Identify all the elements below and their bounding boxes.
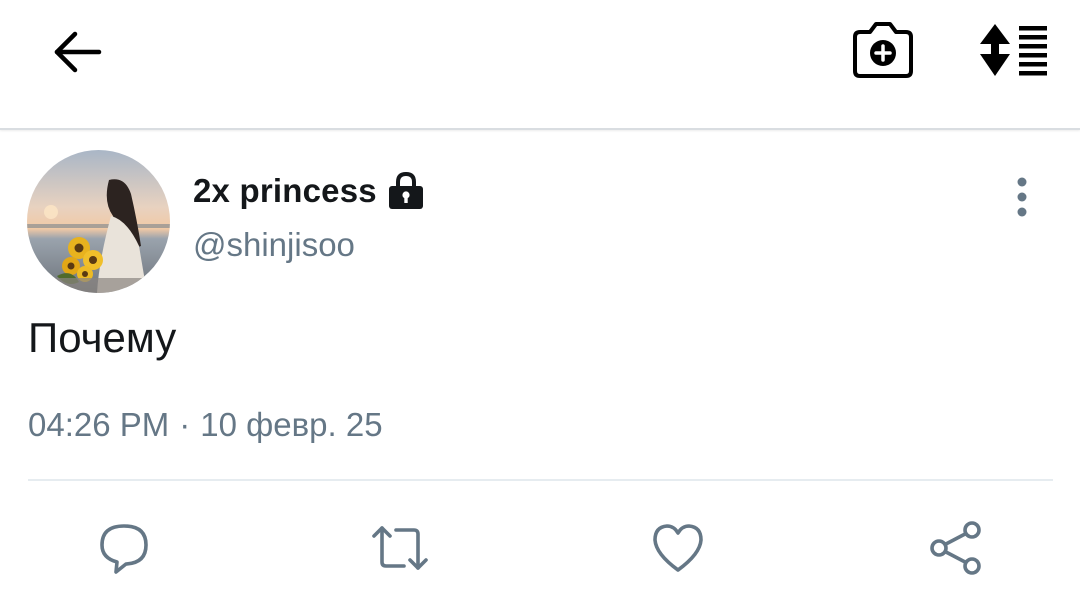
sort-lines-icon [980,24,1047,76]
arrow-left-icon [54,31,102,73]
sort-button[interactable] [975,20,1055,80]
timestamp-separator: · [179,406,191,443]
user-handle[interactable]: @shinjisoo [193,226,355,264]
tweet-text: Почему [28,314,177,361]
avatar[interactable] [27,150,170,293]
share-button[interactable] [926,518,986,578]
speech-bubble-icon [100,524,148,574]
tweet-time: 04:26 PM [28,406,170,443]
tweet-timestamp: 04:26 PM · 10 февр. 25 [28,406,383,444]
lock-icon [387,171,425,211]
like-button[interactable] [648,518,708,578]
display-name[interactable]: 2x princess [193,172,377,210]
divider [28,479,1053,481]
more-vertical-icon [1017,177,1027,217]
more-options-button[interactable] [1005,176,1039,220]
avatar-photo [27,150,170,293]
camera-add-icon [853,22,913,78]
add-photo-button[interactable] [850,20,916,82]
share-icon [930,521,981,575]
retweet-button[interactable] [370,518,430,578]
back-button[interactable] [48,24,108,80]
author-name-row: 2x princess [193,166,425,216]
top-toolbar [0,0,1080,130]
retweet-icon [372,526,428,570]
heart-icon [653,524,703,572]
tweet-date: 10 февр. 25 [200,406,383,443]
reply-button[interactable] [94,518,154,578]
